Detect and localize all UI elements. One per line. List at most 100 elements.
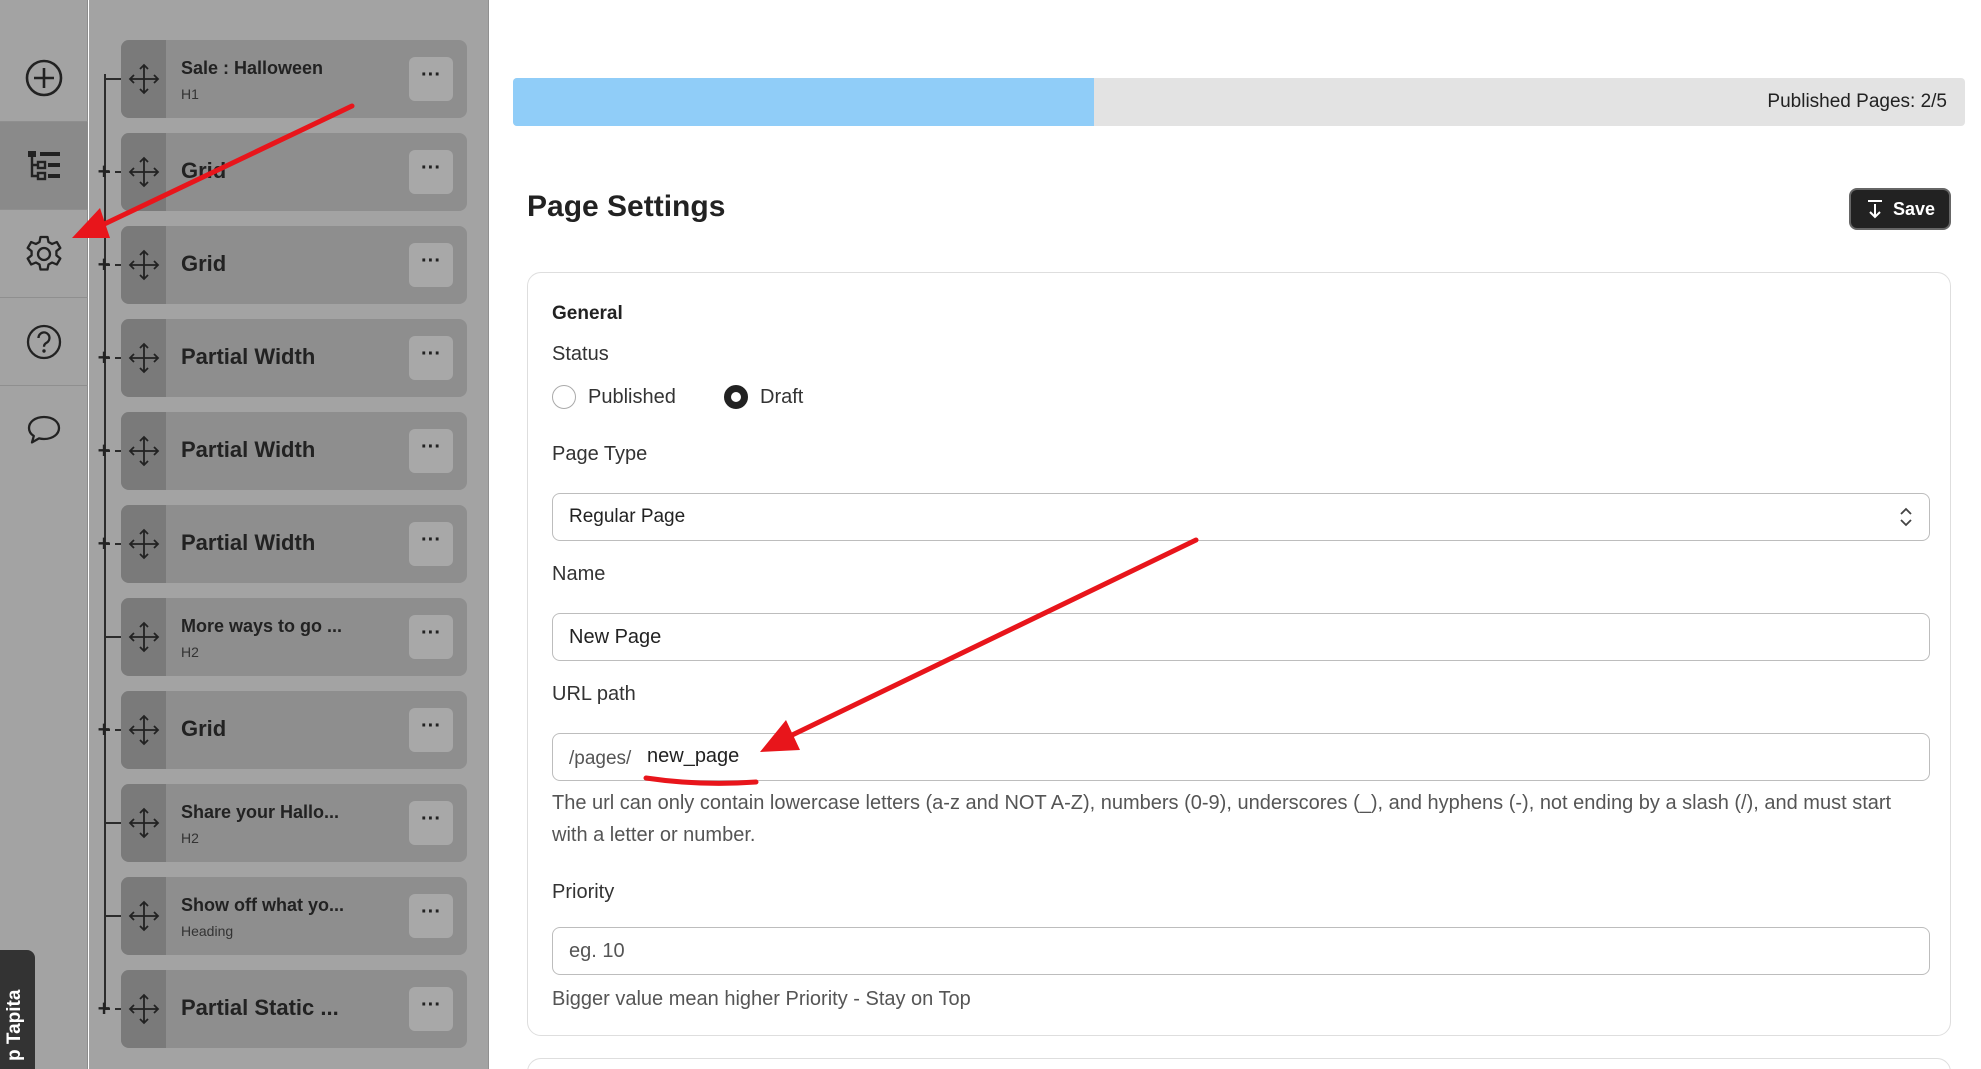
add-element-button[interactable]: [0, 34, 88, 122]
move-arrows-icon: [128, 528, 159, 560]
move-arrows-icon: [128, 249, 159, 281]
move-arrows-icon: [128, 435, 159, 467]
layer-more-button[interactable]: ···: [409, 429, 453, 473]
layer-item[interactable]: Grid ···: [121, 133, 467, 211]
expand-plus-icon[interactable]: +: [93, 161, 115, 183]
url-prefix: /pages/: [569, 748, 632, 769]
layer-item[interactable]: Partial Static ... ···: [121, 970, 467, 1048]
status-radio-published[interactable]: Published: [552, 385, 676, 409]
move-arrows-icon: [128, 621, 159, 653]
name-value: New Page: [569, 626, 662, 648]
layer-more-button[interactable]: ···: [409, 987, 453, 1031]
publish-progress-label: Published Pages: 2/5: [1767, 91, 1947, 112]
drag-handle[interactable]: [121, 40, 166, 118]
layer-item[interactable]: More ways to go ... H2 ···: [121, 598, 467, 676]
status-option-label: Draft: [760, 385, 804, 408]
layer-subtitle: H2: [181, 830, 199, 846]
layer-more-button[interactable]: ···: [409, 708, 453, 752]
layer-item[interactable]: Show off what yo... Heading ···: [121, 877, 467, 955]
page-type-select[interactable]: Regular Page: [552, 493, 1930, 541]
layer-more-button[interactable]: ···: [409, 243, 453, 287]
layer-more-button[interactable]: ···: [409, 615, 453, 659]
layer-more-button[interactable]: ···: [409, 57, 453, 101]
tree-connector: [104, 636, 121, 638]
layer-title: Grid: [181, 716, 227, 741]
layer-subtitle: Heading: [181, 923, 234, 939]
priority-placeholder: eg. 10: [569, 940, 625, 962]
layer-item[interactable]: Sale : Halloween H1 ···: [121, 40, 467, 118]
layer-title: Share your Hallo...: [181, 802, 340, 822]
next-settings-card: [527, 1058, 1951, 1069]
drag-handle[interactable]: [121, 691, 166, 769]
expand-plus-icon[interactable]: +: [93, 254, 115, 276]
drag-handle[interactable]: [121, 784, 166, 862]
drag-handle[interactable]: [121, 319, 166, 397]
layer-item[interactable]: Partial Width ···: [121, 319, 467, 397]
move-arrows-icon: [128, 900, 159, 932]
save-button[interactable]: Save: [1849, 188, 1951, 230]
layer-item[interactable]: Grid ···: [121, 226, 467, 304]
drag-handle[interactable]: [121, 133, 166, 211]
layer-more-button[interactable]: ···: [409, 522, 453, 566]
layer-more-button[interactable]: ···: [409, 894, 453, 938]
priority-help-text: Bigger value mean higher Priority - Stay…: [552, 988, 971, 1010]
icon-rail: p Tapita: [0, 0, 88, 1069]
section-heading: General: [552, 303, 623, 324]
layer-title: Grid: [181, 251, 227, 276]
url-path-input[interactable]: /pages/ new_page: [552, 733, 1930, 781]
gear-icon: [26, 235, 62, 271]
feedback-tab[interactable]: p Tapita: [0, 950, 35, 1069]
layer-more-button[interactable]: ···: [409, 336, 453, 380]
expand-plus-icon[interactable]: +: [93, 440, 115, 462]
layer-more-button[interactable]: ···: [409, 150, 453, 194]
layer-title: Show off what yo...: [181, 895, 344, 915]
status-label: Status: [552, 343, 609, 365]
drag-handle[interactable]: [121, 877, 166, 955]
main-area: Published Pages: 2/5 Page Settings Save …: [489, 0, 1981, 1069]
layer-more-button[interactable]: ···: [409, 801, 453, 845]
layer-title: Sale : Halloween: [181, 58, 324, 78]
layer-item[interactable]: Partial Width ···: [121, 412, 467, 490]
layers-button[interactable]: [0, 122, 88, 210]
expand-plus-icon[interactable]: +: [93, 533, 115, 555]
layer-item[interactable]: Grid ···: [121, 691, 467, 769]
expand-plus-icon[interactable]: +: [93, 998, 115, 1020]
drag-handle[interactable]: [121, 598, 166, 676]
move-arrows-icon: [128, 993, 159, 1025]
move-arrows-icon: [128, 342, 159, 374]
move-arrows-icon: [128, 63, 159, 95]
help-button[interactable]: [0, 298, 88, 386]
layer-subtitle: H1: [181, 86, 199, 102]
priority-label: Priority: [552, 881, 615, 903]
layer-title: Partial Width: [181, 437, 316, 462]
radio-circle-selected[interactable]: [724, 385, 748, 409]
layer-title: Grid: [181, 158, 227, 183]
publish-progress-bar: Published Pages: 2/5: [513, 78, 1965, 126]
priority-input[interactable]: eg. 10: [552, 927, 1930, 975]
drag-handle[interactable]: [121, 412, 166, 490]
move-arrows-icon: [128, 807, 159, 839]
general-settings-card: General Status Published Draft Page Type…: [527, 272, 1951, 1036]
radio-circle[interactable]: [552, 385, 576, 409]
name-input[interactable]: New Page: [552, 613, 1930, 661]
layer-title: More ways to go ...: [181, 616, 343, 636]
drag-handle[interactable]: [121, 226, 166, 304]
move-arrows-icon: [128, 714, 159, 746]
expand-plus-icon[interactable]: +: [93, 719, 115, 741]
settings-button[interactable]: [0, 210, 88, 298]
layer-item[interactable]: Partial Width ···: [121, 505, 467, 583]
expand-plus-icon[interactable]: +: [93, 347, 115, 369]
drag-handle[interactable]: [121, 505, 166, 583]
status-radio-draft[interactable]: Draft: [724, 385, 803, 409]
move-arrows-icon: [128, 156, 159, 188]
comments-button[interactable]: [0, 386, 88, 474]
page-type-value: Regular Page: [569, 506, 686, 527]
layer-item[interactable]: Share your Hallo... H2 ···: [121, 784, 467, 862]
status-option-label: Published: [588, 385, 676, 408]
name-label: Name: [552, 563, 606, 585]
page-type-label: Page Type: [552, 443, 648, 465]
drag-handle[interactable]: [121, 970, 166, 1048]
page-title: Page Settings: [527, 190, 726, 223]
layers-tree-icon: [28, 150, 60, 180]
question-circle-icon: [26, 324, 62, 359]
